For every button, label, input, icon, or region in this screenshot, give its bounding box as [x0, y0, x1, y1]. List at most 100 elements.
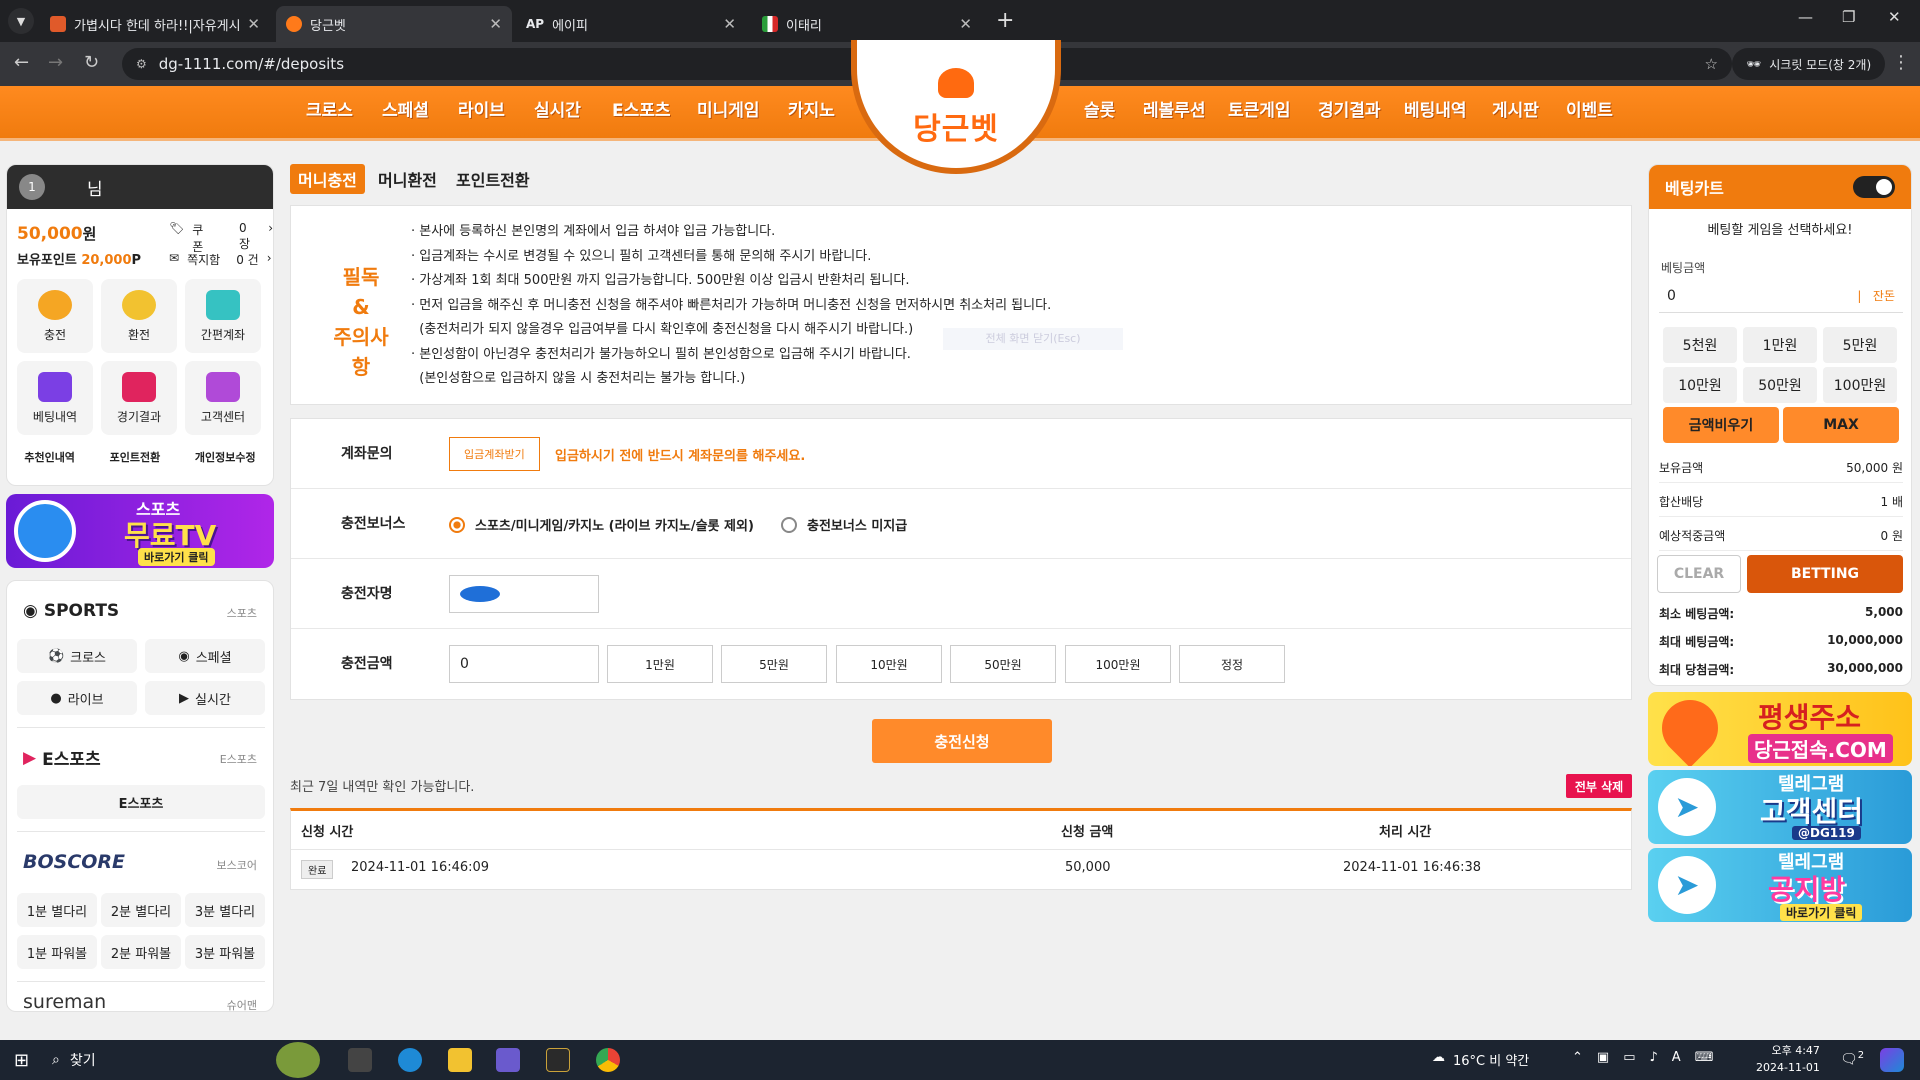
- windows-start-icon[interactable]: ⊞: [14, 1050, 29, 1071]
- sports-live-button[interactable]: ● 라이브: [17, 681, 137, 715]
- ime-icon[interactable]: A: [1672, 1050, 1681, 1065]
- max-button[interactable]: MAX: [1783, 407, 1899, 443]
- cart-quick-button[interactable]: 50만원: [1743, 367, 1817, 403]
- cart-toggle[interactable]: [1853, 176, 1895, 198]
- cart-quick-button[interactable]: 5천원: [1663, 327, 1737, 363]
- quick-results-button[interactable]: 경기결과: [101, 361, 177, 435]
- weather-widget-icon[interactable]: [276, 1042, 320, 1078]
- cart-quick-button[interactable]: 5만원: [1823, 327, 1897, 363]
- nav-item[interactable]: 경기결과: [1318, 96, 1381, 121]
- nav-item[interactable]: 스페셜: [382, 96, 429, 121]
- nav-item[interactable]: 레볼루션: [1143, 96, 1206, 121]
- nav-item[interactable]: 게시판: [1492, 96, 1539, 121]
- amount-input[interactable]: 0: [449, 645, 599, 683]
- profile-edit-link[interactable]: 개인정보수정: [195, 449, 256, 465]
- nav-item[interactable]: 미니게임: [697, 96, 760, 121]
- boscore-item[interactable]: 3분 별다리: [185, 893, 265, 927]
- amount-reset-button[interactable]: 정정: [1179, 645, 1285, 683]
- boscore-item[interactable]: 3분 파워볼: [185, 935, 265, 969]
- edge-browser-icon[interactable]: [398, 1048, 422, 1072]
- cart-quick-button[interactable]: 100만원: [1823, 367, 1897, 403]
- menu-kebab-icon[interactable]: ⋮: [1892, 52, 1910, 73]
- network-icon[interactable]: ▭: [1623, 1050, 1635, 1065]
- restore-button[interactable]: ❐: [1842, 8, 1855, 26]
- clock[interactable]: 오후 4:47 2024-11-01: [1756, 1042, 1820, 1076]
- quick-support-button[interactable]: 고객센터: [185, 361, 261, 435]
- forward-arrow-icon[interactable]: →: [48, 52, 63, 73]
- boscore-item[interactable]: 1분 파워볼: [17, 935, 97, 969]
- quick-account-button[interactable]: 간편계좌: [185, 279, 261, 353]
- amount-50k-button[interactable]: 5만원: [721, 645, 827, 683]
- chevron-up-icon[interactable]: ⌃: [1572, 1050, 1583, 1065]
- quick-deposit-button[interactable]: 충전: [17, 279, 93, 353]
- boscore-item[interactable]: 1분 별다리: [17, 893, 97, 927]
- nav-item[interactable]: E스포츠: [612, 96, 671, 121]
- esports-button[interactable]: E스포츠: [17, 785, 265, 819]
- charge-submit-button[interactable]: 충전신청: [872, 719, 1052, 763]
- site-logo[interactable]: 당근벳: [851, 40, 1061, 174]
- tab-point-convert[interactable]: 포인트전환: [448, 164, 538, 194]
- close-icon[interactable]: ✕: [247, 15, 260, 33]
- close-icon[interactable]: ✕: [723, 15, 736, 33]
- nav-item[interactable]: 토큰게임: [1228, 96, 1291, 121]
- cart-quick-button[interactable]: 1만원: [1743, 327, 1817, 363]
- quick-withdraw-button[interactable]: 환전: [101, 279, 177, 353]
- amount-1m-button[interactable]: 100만원: [1065, 645, 1171, 683]
- request-account-button[interactable]: 입금계좌받기: [449, 437, 540, 471]
- nav-item[interactable]: 크로스: [306, 96, 353, 121]
- bonus-option-none[interactable]: 충전보너스 미지급: [781, 515, 907, 534]
- nav-item[interactable]: 실시간: [534, 96, 581, 121]
- incognito-indicator[interactable]: 🕶 시크릿 모드(창 2개): [1732, 48, 1886, 80]
- copilot-icon[interactable]: [1880, 1048, 1904, 1072]
- new-tab-button[interactable]: +: [996, 8, 1014, 33]
- notification-icon[interactable]: 🗨2: [1840, 1050, 1864, 1068]
- boscore-item[interactable]: 2분 별다리: [101, 893, 181, 927]
- nav-item[interactable]: 베팅내역: [1404, 96, 1467, 121]
- free-tv-banner[interactable]: 스포츠 무료TV 바로가기 클릭: [6, 494, 274, 568]
- tab-search-button[interactable]: ▼: [8, 8, 34, 34]
- taskbar-search[interactable]: ⌕ 찾기: [52, 1046, 272, 1074]
- cart-remain-label[interactable]: | 잔돈: [1857, 287, 1895, 304]
- close-icon[interactable]: ✕: [489, 15, 502, 33]
- close-window-button[interactable]: ✕: [1888, 8, 1901, 26]
- app-icon[interactable]: [496, 1048, 520, 1072]
- depositor-name-field[interactable]: [449, 575, 599, 613]
- boscore-item[interactable]: 2분 파워볼: [101, 935, 181, 969]
- bookmark-star-icon[interactable]: ☆: [1705, 55, 1718, 73]
- tab-money-exchange[interactable]: 머니환전: [370, 164, 445, 194]
- telegram-support-banner[interactable]: ➤ 텔레그램 고객센터 @DG119: [1648, 770, 1912, 844]
- game-app-icon[interactable]: [546, 1048, 570, 1072]
- close-icon[interactable]: ✕: [959, 15, 972, 33]
- sports-special-button[interactable]: ◉ 스페셜: [145, 639, 265, 673]
- weather-status[interactable]: ☁ 16°C 비 약간: [1432, 1050, 1529, 1069]
- address-banner[interactable]: 평생주소 당근접속.COM: [1648, 692, 1912, 766]
- sports-cross-button[interactable]: ⚽ 크로스: [17, 639, 137, 673]
- site-info-icon[interactable]: ⚙: [136, 57, 147, 71]
- coupon-link[interactable]: 🏷 쿠폰 0 장 ›: [169, 221, 273, 255]
- task-view-icon[interactable]: [348, 1048, 372, 1072]
- cart-quick-button[interactable]: 10만원: [1663, 367, 1737, 403]
- telegram-notice-banner[interactable]: ➤ 텔레그램 공지방 바로가기 클릭: [1648, 848, 1912, 922]
- browser-tab[interactable]: 이태리 ✕: [752, 6, 982, 42]
- keyboard-icon[interactable]: ⌨: [1695, 1050, 1714, 1065]
- point-convert-link[interactable]: 포인트전환: [110, 449, 161, 465]
- browser-tab[interactable]: AP 에이피 ✕: [516, 6, 746, 42]
- nav-item[interactable]: 라이브: [458, 96, 505, 121]
- browser-tab[interactable]: 가볍시다 한데 하라!!|자유게시판 ✕: [40, 6, 270, 42]
- note-link[interactable]: ✉ 쪽지함 0 건 ›: [169, 251, 272, 268]
- reload-icon[interactable]: ↻: [84, 52, 99, 73]
- amount-100k-button[interactable]: 10만원: [836, 645, 942, 683]
- cart-amount-input[interactable]: 0 | 잔돈: [1659, 279, 1903, 313]
- radio-selected-icon[interactable]: [449, 516, 465, 533]
- chrome-icon[interactable]: [596, 1048, 620, 1072]
- tab-money-charge[interactable]: 머니충전: [290, 164, 365, 194]
- minimize-button[interactable]: —: [1798, 8, 1813, 26]
- radio-unselected-icon[interactable]: [781, 516, 797, 533]
- delete-all-button[interactable]: 전부 삭제: [1566, 774, 1632, 798]
- sports-realtime-button[interactable]: ▶ 실시간: [145, 681, 265, 715]
- amount-500k-button[interactable]: 50만원: [950, 645, 1056, 683]
- referral-link[interactable]: 추천인내역: [24, 449, 75, 465]
- empty-amount-button[interactable]: 금액비우기: [1663, 407, 1779, 443]
- clear-button[interactable]: CLEAR: [1657, 555, 1741, 593]
- volume-icon[interactable]: ♪: [1650, 1050, 1658, 1065]
